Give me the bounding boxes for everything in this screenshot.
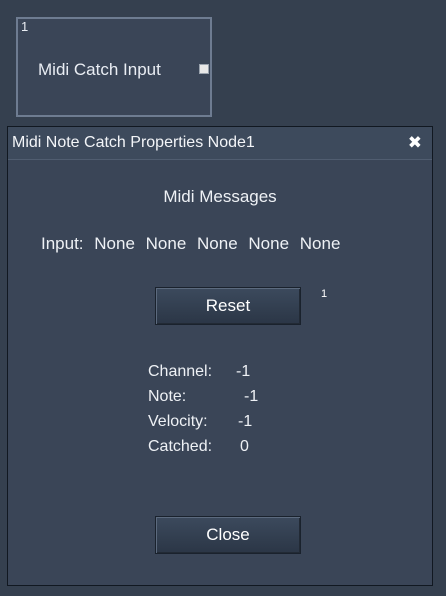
input-value-2: None (145, 234, 187, 253)
input-value-1: None (94, 234, 135, 253)
node-id: 1 (21, 19, 29, 34)
dialog-titlebar[interactable]: Midi Note Catch Properties Node1 ✖ (8, 127, 432, 160)
catched-label: Catched: (148, 438, 213, 455)
input-row: Input: None None None None None (41, 234, 346, 254)
close-icon[interactable]: ✖ (408, 133, 422, 153)
input-value-5: None (299, 234, 341, 253)
reset-count-badge: 1 (321, 288, 328, 300)
velocity-label: Velocity: (148, 413, 208, 430)
velocity-value: -1 (238, 413, 253, 430)
note-value: -1 (244, 388, 259, 405)
midi-catch-input-node[interactable]: 1 Midi Catch Input (16, 17, 212, 117)
reset-button[interactable]: Reset (155, 287, 301, 325)
channel-label: Channel: (148, 363, 213, 380)
properties-dialog: Midi Note Catch Properties Node1 ✖ Midi … (7, 126, 433, 586)
input-label: Input: (41, 234, 84, 253)
node-label: Midi Catch Input (38, 60, 161, 79)
channel-value: -1 (236, 363, 251, 380)
close-button[interactable]: Close (155, 516, 301, 554)
catched-value: 0 (240, 438, 249, 455)
output-port-handle[interactable] (199, 64, 209, 74)
note-label: Note: (148, 388, 187, 405)
input-value-4: None (248, 234, 290, 253)
dialog-title: Midi Note Catch Properties Node1 (12, 134, 255, 151)
input-value-3: None (197, 234, 238, 253)
section-title: Midi Messages (163, 187, 277, 206)
